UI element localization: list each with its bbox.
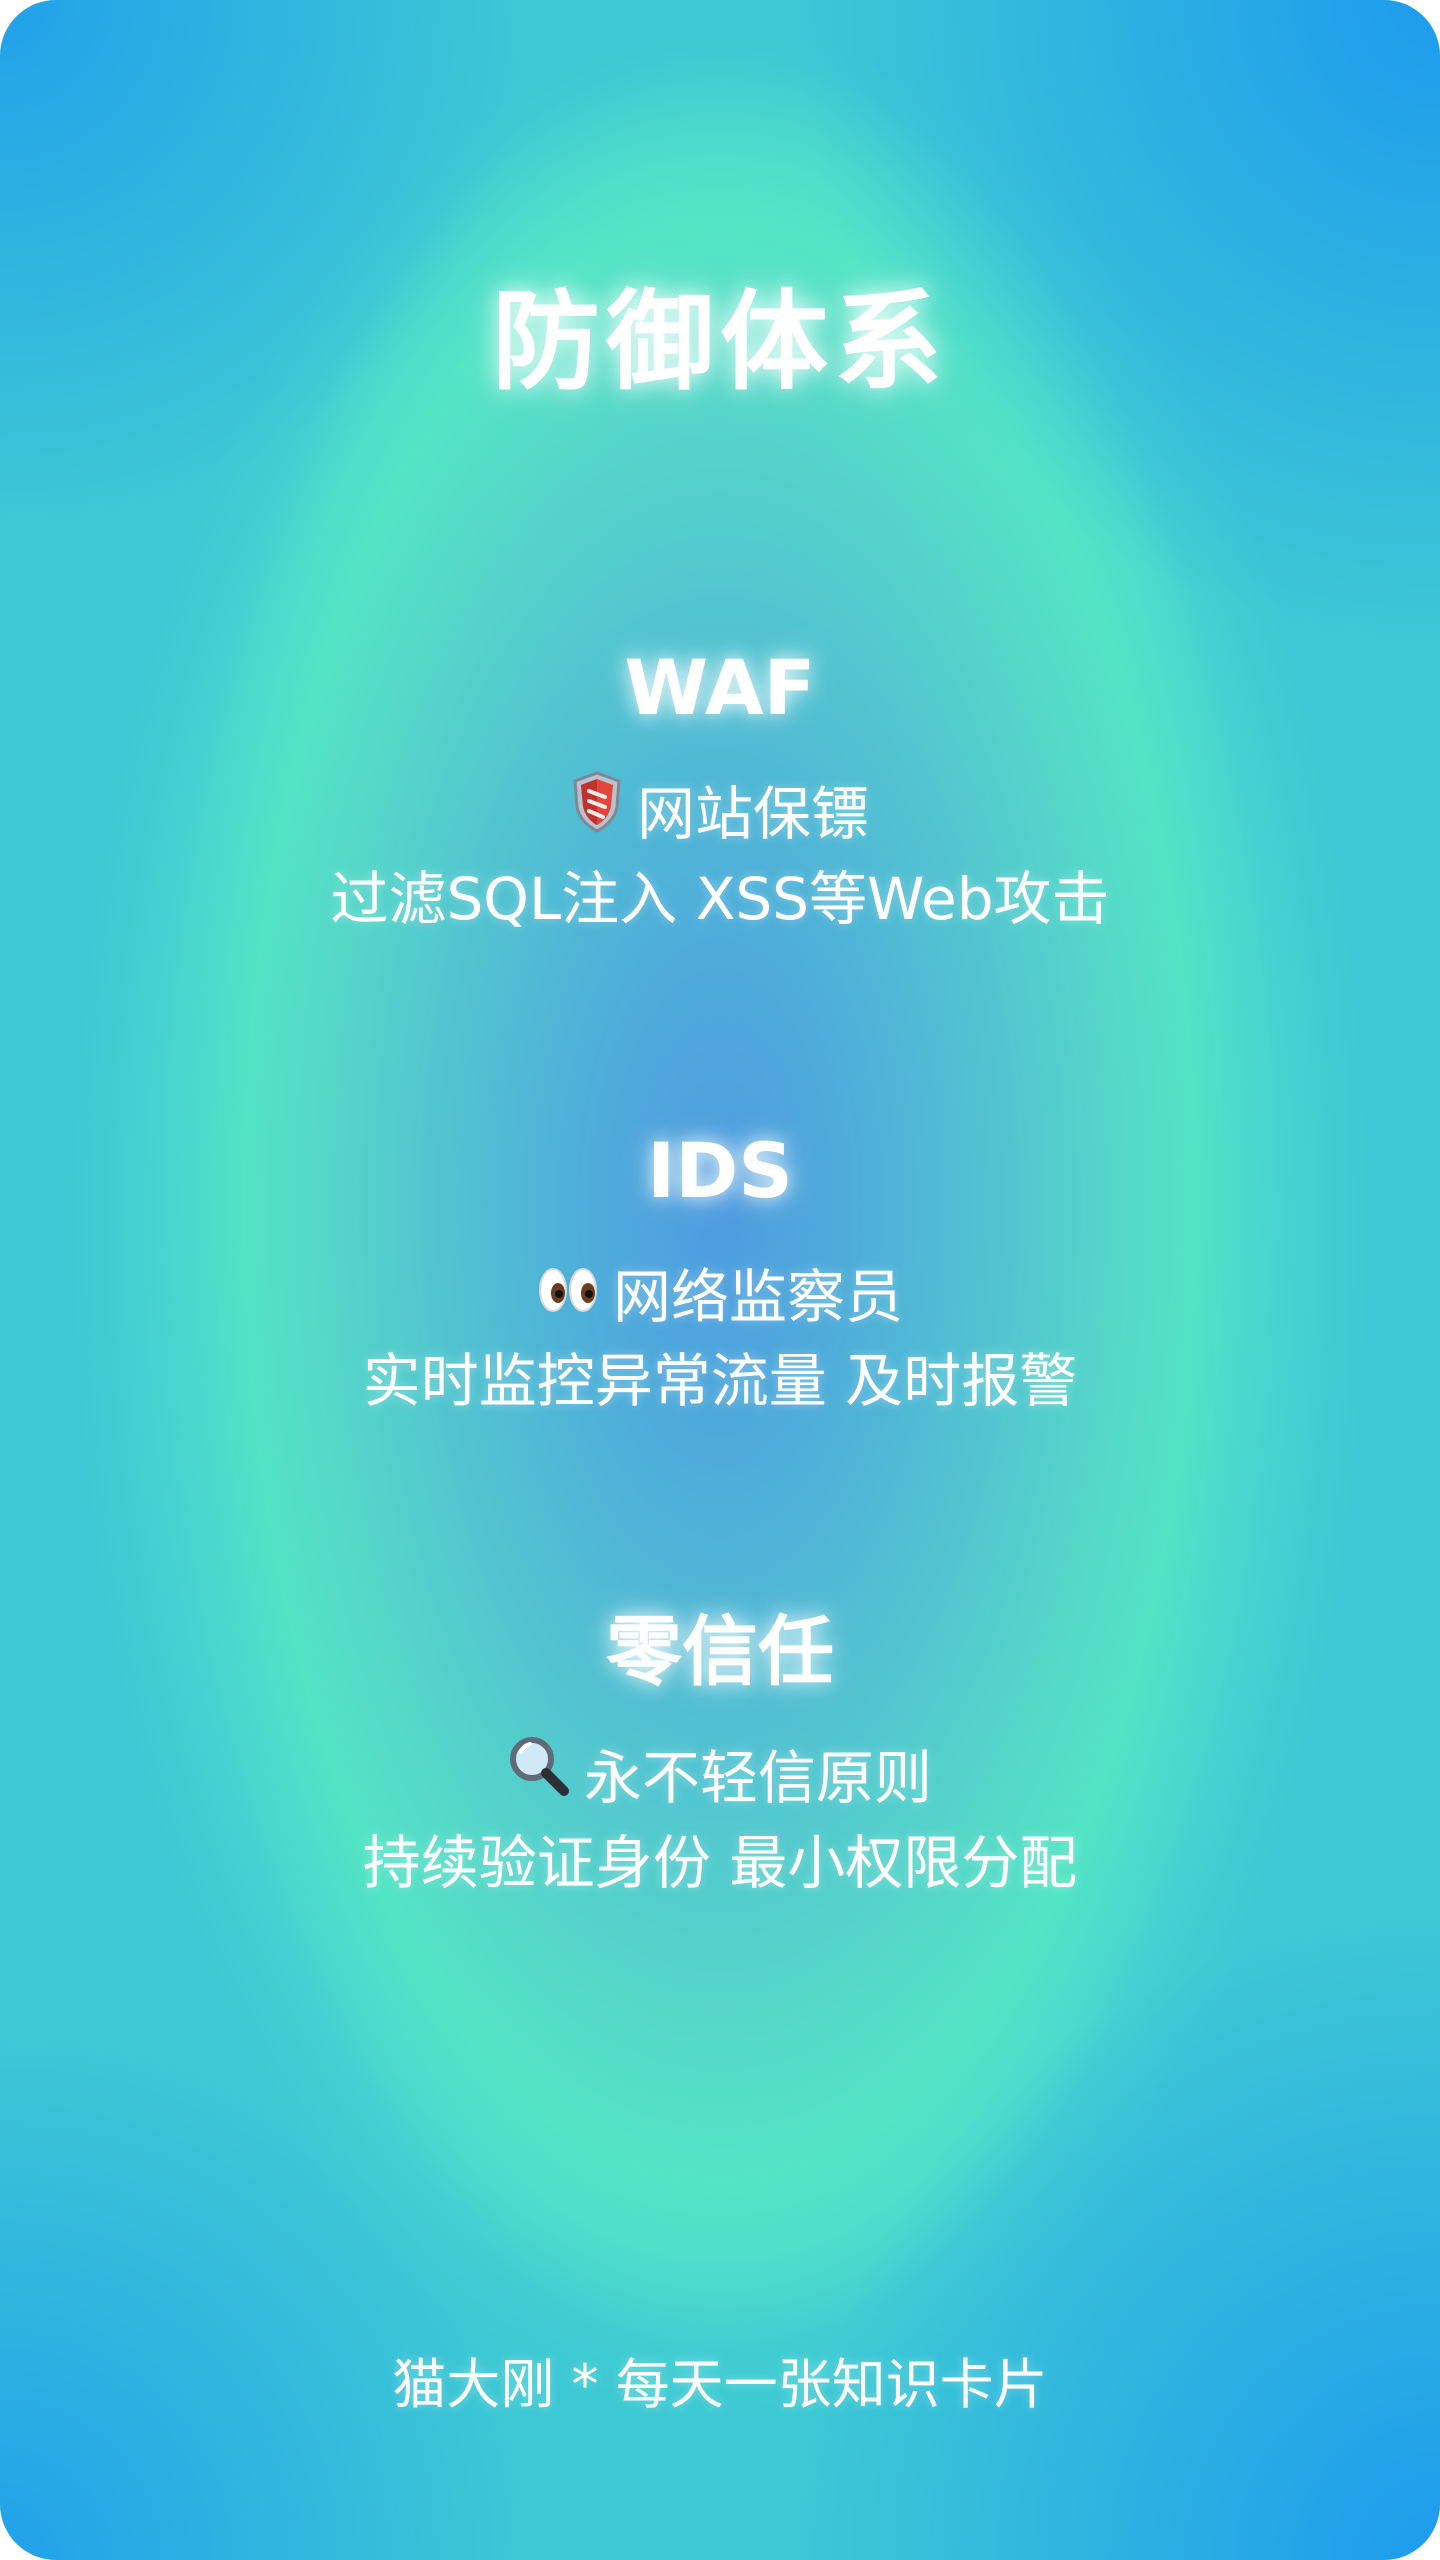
section-subtitle: 网站保镖 <box>636 780 869 848</box>
section-heading: IDS <box>646 1126 794 1215</box>
section-waf: WAF 网站保镖 过滤SQL注入 XSS等Web攻击 <box>0 650 1440 939</box>
section-description: 持续验证身份 最小权限分配 <box>362 1828 1078 1897</box>
section-description: 过滤SQL注入 XSS等Web攻击 <box>330 864 1110 933</box>
section-subtitle-row: 网络监察员 <box>0 1257 1440 1341</box>
shield-icon <box>571 771 623 853</box>
section-subtitle: 永不轻信原则 <box>583 1744 932 1812</box>
footer-caption: 猫大刚 * 每天一张知识卡片 <box>392 2353 1048 2416</box>
section-subtitle: 网络监察员 <box>612 1263 903 1331</box>
section-subtitle-row: 永不轻信原则 <box>0 1735 1440 1823</box>
section-zero-trust: 零信任 永不轻信原则 持续验证身份 最小权限分配 <box>0 1614 1440 1903</box>
magnifier-icon <box>508 1735 570 1817</box>
knowledge-card: 防御体系 WAF 网站保镖 过滤SQL注入 XSS等Web攻击 IDS 网络监察… <box>0 0 1440 2560</box>
section-subtitle-row: 网站保镖 <box>0 771 1440 859</box>
section-description: 实时监控异常流量 及时报警 <box>362 1346 1078 1415</box>
section-heading: 零信任 <box>606 1607 834 1696</box>
eyes-icon <box>537 1255 599 1335</box>
section-heading: WAF <box>624 643 816 732</box>
card-title: 防御体系 <box>491 280 948 405</box>
section-ids: IDS 网络监察员 实时监控异常流量 及时报警 <box>0 1133 1440 1421</box>
